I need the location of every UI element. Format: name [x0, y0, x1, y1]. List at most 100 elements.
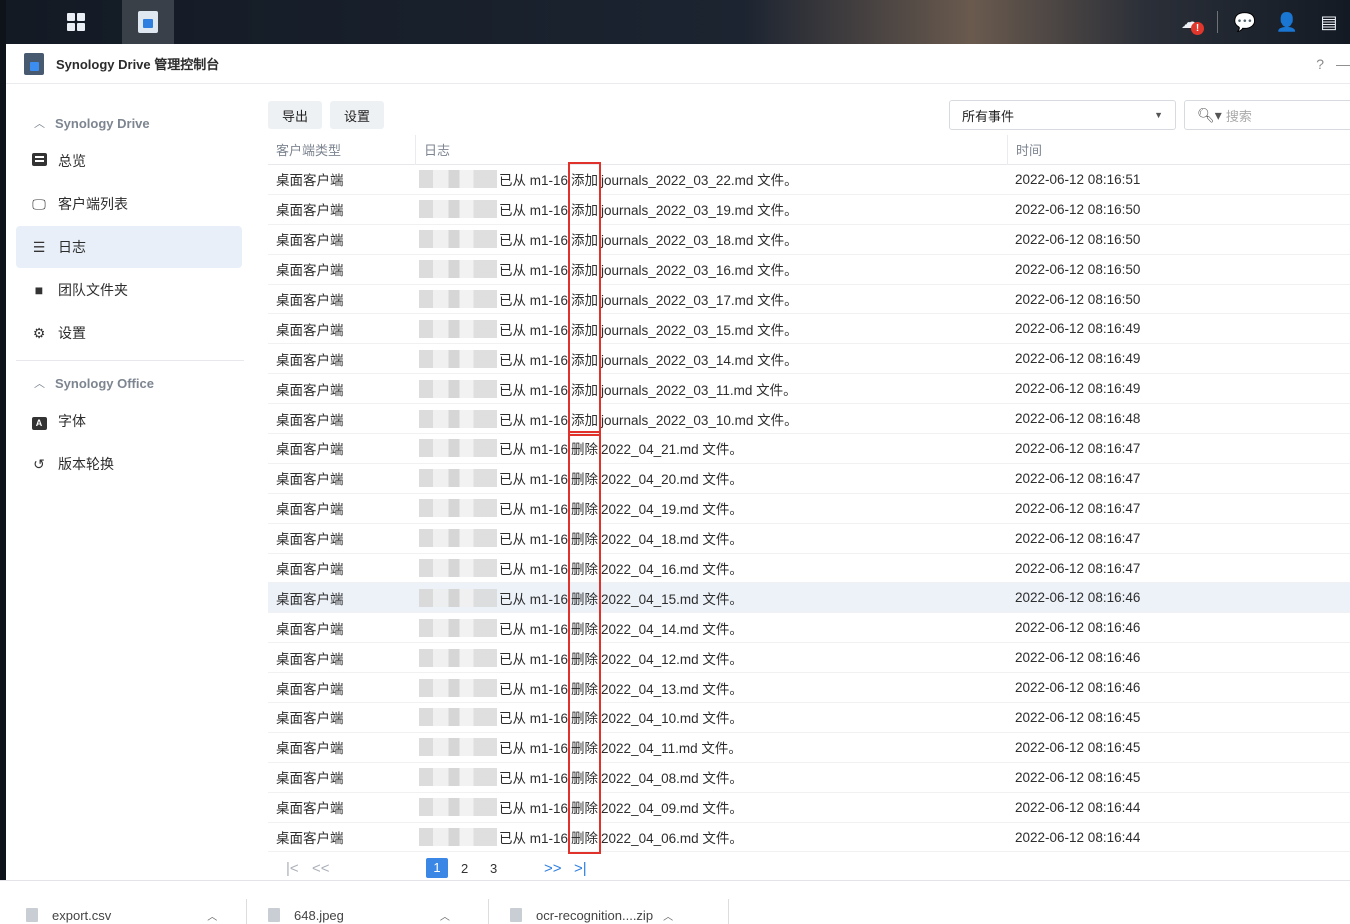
- chevron-up-icon: ︿: [439, 911, 450, 923]
- table-row[interactable]: 桌面客户端 已从 m1-16 删除 2022_04_19.md 文件。 2022-06…: [268, 494, 1350, 524]
- cell-time: 2022-06-12 08:16:47: [1015, 470, 1141, 486]
- overview-icon: [30, 153, 48, 169]
- cell-log: 已从 m1-16 添加 journals_2022_03_18.md 文件。: [415, 229, 1007, 249]
- event-filter-select[interactable]: 所有事件 ▼: [949, 100, 1176, 130]
- cell-client-type: 桌面客户端: [276, 621, 344, 637]
- page-1-button[interactable]: 1: [426, 858, 448, 878]
- last-page-button[interactable]: >|: [574, 860, 587, 877]
- minimize-button[interactable]: —: [1336, 56, 1350, 72]
- log-file: 2022_04_20.md 文件。: [601, 472, 743, 488]
- help-button[interactable]: ?: [1316, 56, 1324, 72]
- table-row[interactable]: 桌面客户端 已从 m1-16 添加 journals_2022_03_11.md 文…: [268, 374, 1350, 405]
- table-row[interactable]: 桌面客户端 已从 m1-16 添加 journals_2022_03_16.md 文…: [268, 255, 1350, 285]
- cell-client-type: 桌面客户端: [276, 711, 344, 727]
- cell-time: 2022-06-12 08:16:49: [1015, 381, 1141, 397]
- toolbar: 导出 设置 所有事件 ▼ 🔍︎▾ 搜索: [268, 85, 1350, 135]
- alert-icon: !: [1191, 22, 1204, 35]
- table-row[interactable]: 桌面客户端 已从 m1-16 删除 2022_04_21.md 文件。 2022-06…: [268, 434, 1350, 464]
- log-prefix: 已从 m1-16: [499, 203, 569, 219]
- download-item[interactable]: ocr-recognition....zip ︿: [510, 905, 720, 924]
- export-button[interactable]: 导出: [268, 101, 323, 129]
- table-row[interactable]: 桌面客户端 已从 m1-16 添加 journals_2022_03_10.md 文…: [268, 404, 1350, 435]
- table-row[interactable]: 桌面客户端 已从 m1-16 删除 2022_04_09.md 文件。 2022-06…: [268, 793, 1350, 823]
- column-header-client-type[interactable]: 客户端类型: [268, 135, 415, 165]
- redacted-username: [419, 588, 497, 607]
- table-row[interactable]: 桌面客户端 已从 m1-16 删除 2022_04_08.md 文件。 2022-06…: [268, 763, 1350, 793]
- download-filename: ocr-recognition....zip: [536, 907, 654, 923]
- page-2-button[interactable]: 2: [461, 861, 468, 876]
- table-row[interactable]: 桌面客户端 已从 m1-16 删除 2022_04_11.md 文件。 2022-06…: [268, 733, 1350, 763]
- sidebar-group-synology-drive[interactable]: ︿ Synology Drive: [6, 107, 252, 139]
- table-row[interactable]: 桌面客户端 已从 m1-16 删除 2022_04_20.md 文件。 2022-06…: [268, 464, 1350, 494]
- table-row[interactable]: 桌面客户端 已从 m1-16 删除 2022_04_13.md 文件。 2022-06…: [268, 673, 1350, 704]
- cell-log: 已从 m1-16 添加 journals_2022_03_10.md 文件。: [415, 409, 1007, 429]
- sidebar-item-fonts[interactable]: A 字体: [16, 400, 242, 442]
- download-filename: export.csv: [52, 907, 112, 923]
- log-file: journals_2022_03_22.md 文件。: [601, 173, 798, 189]
- cell-log: 已从 m1-16 删除 2022_04_21.md 文件。: [415, 438, 1007, 458]
- sidebar-item-overview[interactable]: 总览: [16, 140, 242, 182]
- taskbar-drive-admin-button[interactable]: [122, 0, 174, 44]
- cell-time: 2022-06-12 08:16:50: [1015, 261, 1141, 277]
- redacted-username: [419, 230, 497, 249]
- page-3-button[interactable]: 3: [490, 861, 497, 876]
- cell-log: 已从 m1-16 删除 2022_04_14.md 文件。: [415, 618, 1007, 638]
- sidebar: ︿ Synology Drive 总览 🖵 客户端列表 ☰ 日志 ■ 团队文件夹…: [6, 85, 252, 880]
- sidebar-item-team-folders[interactable]: ■ 团队文件夹: [16, 269, 242, 311]
- cloud-notification-button[interactable]: ☁ !: [1175, 7, 1205, 37]
- sidebar-item-label: 团队文件夹: [58, 282, 128, 298]
- sidebar-item-label: 字体: [58, 413, 86, 429]
- prev-page-button[interactable]: <<: [312, 860, 330, 877]
- main-menu-button[interactable]: [50, 0, 102, 44]
- sidebar-item-label: 版本轮换: [58, 456, 114, 472]
- column-header-log[interactable]: 日志: [415, 134, 1007, 165]
- table-row[interactable]: 桌面客户端 已从 m1-16 添加 journals_2022_03_22.md 文…: [268, 165, 1350, 195]
- sidebar-item-log[interactable]: ☰ 日志: [16, 226, 242, 268]
- log-prefix: 已从 m1-16: [499, 472, 569, 488]
- search-icon: 🔍︎▾: [1197, 106, 1222, 123]
- widgets-button[interactable]: ▤: [1314, 7, 1344, 37]
- cell-client-type: 桌面客户端: [276, 651, 344, 667]
- sidebar-item-client-list[interactable]: 🖵 客户端列表: [16, 183, 242, 225]
- cell-log: 已从 m1-16 添加 journals_2022_03_16.md 文件。: [415, 259, 1007, 279]
- download-item[interactable]: export.csv ︿: [26, 905, 236, 924]
- sidebar-divider: [16, 360, 244, 361]
- redacted-username: [419, 708, 497, 727]
- table-row[interactable]: 桌面客户端 已从 m1-16 添加 journals_2022_03_17.md 文…: [268, 285, 1350, 315]
- column-header-time[interactable]: 时间: [1007, 134, 1350, 165]
- log-prefix: 已从 m1-16: [499, 681, 569, 697]
- sidebar-item-settings[interactable]: ⚙ 设置: [16, 312, 242, 354]
- table-row[interactable]: 桌面客户端 已从 m1-16 删除 2022_04_06.md 文件。 2022-06…: [268, 823, 1350, 853]
- first-page-button[interactable]: |<: [286, 860, 299, 877]
- table-row[interactable]: 桌面客户端 已从 m1-16 添加 journals_2022_03_15.md 文…: [268, 314, 1350, 345]
- table-row[interactable]: 桌面客户端 已从 m1-16 添加 journals_2022_03_14.md 文…: [268, 344, 1350, 375]
- cell-log: 已从 m1-16 添加 journals_2022_03_15.md 文件。: [415, 319, 1007, 339]
- chevron-up-icon: ︿: [34, 378, 45, 390]
- sidebar-group-synology-office[interactable]: ︿ Synology Office: [6, 367, 252, 399]
- cell-log: 已从 m1-16 删除 2022_04_10.md 文件。: [415, 707, 1007, 727]
- sidebar-item-version-rotation[interactable]: ↺ 版本轮换: [16, 443, 242, 485]
- table-row[interactable]: 桌面客户端 已从 m1-16 删除 2022_04_14.md 文件。 2022-06…: [268, 613, 1350, 644]
- table-row[interactable]: 桌面客户端 已从 m1-16 删除 2022_04_10.md 文件。 2022-06…: [268, 703, 1350, 733]
- tray-divider: [1217, 11, 1218, 33]
- redacted-username: [419, 738, 497, 757]
- table-row[interactable]: 桌面客户端 已从 m1-16 删除 2022_04_12.md 文件。 2022-06…: [268, 643, 1350, 674]
- cell-client-type: 桌面客户端: [276, 681, 344, 697]
- user-button[interactable]: 👤: [1272, 7, 1302, 37]
- search-input[interactable]: 🔍︎▾ 搜索: [1184, 100, 1350, 130]
- table-row[interactable]: 桌面客户端 已从 m1-16 删除 2022_04_18.md 文件。 2022-06…: [268, 524, 1350, 554]
- annotation-box: [568, 431, 602, 855]
- chat-button[interactable]: 💬: [1230, 7, 1260, 37]
- window-titlebar[interactable]: Synology Drive 管理控制台 ? —: [6, 44, 1350, 84]
- table-row[interactable]: 桌面客户端 已从 m1-16 添加 journals_2022_03_18.md 文…: [268, 225, 1350, 255]
- settings-button[interactable]: 设置: [330, 101, 385, 129]
- next-page-button[interactable]: >>: [544, 860, 562, 877]
- redacted-username: [419, 529, 497, 548]
- log-file: journals_2022_03_15.md 文件。: [601, 322, 798, 338]
- table-row[interactable]: 桌面客户端 已从 m1-16 添加 journals_2022_03_19.md 文…: [268, 195, 1350, 225]
- table-row[interactable]: 桌面客户端 已从 m1-16 删除 2022_04_16.md 文件。 2022-06…: [268, 554, 1350, 584]
- download-filename: 648.jpeg: [294, 907, 344, 923]
- cell-client-type: 桌面客户端: [276, 442, 344, 458]
- table-row[interactable]: 桌面客户端 已从 m1-16 删除 2022_04_15.md 文件。 2022-06…: [268, 583, 1350, 614]
- download-item[interactable]: 648.jpeg ︿: [268, 905, 473, 924]
